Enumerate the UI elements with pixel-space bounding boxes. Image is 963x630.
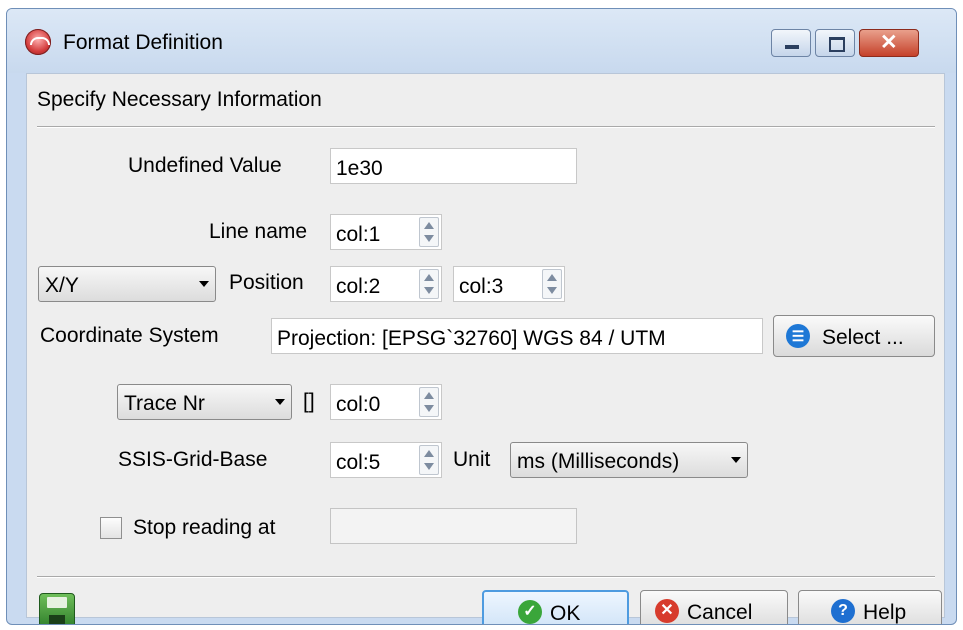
line-name-label: Line name — [209, 220, 308, 243]
cancel-button[interactable]: ✕ Cancel — [640, 590, 788, 624]
select-coordinate-system-button[interactable]: ☰ Select ... — [773, 315, 935, 357]
position-type-value: X/Y — [45, 274, 79, 297]
format-definition-window: Format Definition ✕ Specify Necessary In… — [6, 8, 957, 625]
chevron-down-icon — [275, 399, 285, 405]
ssis-grid-base-spinner[interactable]: col:5 — [330, 442, 442, 478]
undefined-value-label: Undefined Value — [128, 154, 282, 177]
stop-reading-label: Stop reading at — [133, 516, 276, 539]
stop-reading-input[interactable] — [330, 508, 577, 544]
maximize-button[interactable] — [815, 29, 855, 57]
spinner-arrows-icon[interactable] — [419, 217, 439, 247]
ssis-grid-base-label: SSIS-Grid-Base — [118, 448, 268, 471]
app-icon — [25, 29, 51, 55]
unit-select[interactable]: ms (Milliseconds) — [510, 442, 748, 478]
minimize-button[interactable] — [771, 29, 811, 57]
select-button-label: Select ... — [822, 326, 904, 349]
spinner-arrows-icon[interactable] — [419, 269, 439, 299]
header-divider — [37, 126, 935, 128]
help-icon: ? — [831, 599, 855, 623]
save-icon[interactable] — [39, 593, 75, 624]
chevron-down-icon — [731, 457, 741, 463]
stop-reading-checkbox[interactable] — [100, 517, 122, 539]
maximize-icon — [829, 37, 845, 52]
unit-label: Unit — [453, 448, 491, 471]
undefined-value-input[interactable]: 1e30 — [330, 148, 577, 184]
line-name-value: col:1 — [336, 223, 381, 246]
trace-value: col:0 — [336, 393, 381, 416]
position-label: Position — [229, 271, 304, 294]
position-y-spinner[interactable]: col:3 — [453, 266, 565, 302]
close-button[interactable]: ✕ — [859, 29, 919, 57]
spinner-arrows-icon[interactable] — [542, 269, 562, 299]
spinner-arrows-icon[interactable] — [419, 387, 439, 417]
trace-spinner[interactable]: col:0 — [330, 384, 442, 420]
coordinate-system-field[interactable]: Projection: [EPSG`32760] WGS 84 / UTM — [271, 318, 763, 354]
ssis-grid-base-value: col:5 — [336, 451, 381, 474]
cancel-label: Cancel — [687, 601, 753, 624]
position-x-value: col:2 — [336, 275, 381, 298]
list-icon: ☰ — [786, 324, 810, 348]
position-type-select[interactable]: X/Y — [38, 266, 216, 302]
line-name-spinner[interactable]: col:1 — [330, 214, 442, 250]
ok-button[interactable]: ✓ OK — [482, 590, 629, 625]
ok-label: OK — [550, 602, 581, 625]
minimize-icon — [785, 45, 799, 49]
check-icon: ✓ — [518, 600, 542, 624]
window-title: Format Definition — [63, 31, 223, 54]
coordinate-system-label: Coordinate System — [40, 324, 219, 347]
position-y-value: col:3 — [459, 275, 504, 298]
footer-divider — [37, 576, 935, 578]
trace-bracket-label: [] — [303, 390, 315, 413]
instruction-text: Specify Necessary Information — [37, 88, 322, 111]
title-bar[interactable]: Format Definition ✕ — [7, 9, 956, 73]
trace-type-select[interactable]: Trace Nr — [117, 384, 292, 420]
trace-type-value: Trace Nr — [124, 392, 205, 415]
position-x-spinner[interactable]: col:2 — [330, 266, 442, 302]
chevron-down-icon — [199, 281, 209, 287]
help-button[interactable]: ? Help — [798, 590, 942, 624]
help-label: Help — [863, 601, 907, 624]
cancel-icon: ✕ — [655, 599, 679, 623]
dialog-body: Specify Necessary Information Undefined … — [26, 73, 945, 624]
unit-value: ms (Milliseconds) — [517, 450, 680, 473]
spinner-arrows-icon[interactable] — [419, 445, 439, 475]
close-icon: ✕ — [880, 31, 898, 54]
